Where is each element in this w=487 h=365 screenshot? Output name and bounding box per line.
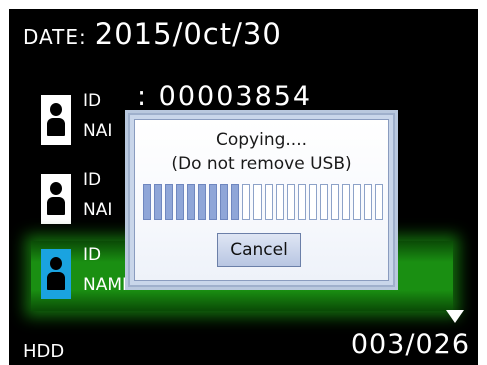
progress-segment bbox=[330, 184, 339, 220]
cancel-button[interactable]: Cancel bbox=[217, 233, 301, 267]
person-icon bbox=[41, 249, 71, 299]
progress-segment bbox=[187, 184, 196, 220]
progress-segment bbox=[176, 184, 185, 220]
progress-segment bbox=[374, 184, 384, 220]
progress-segment bbox=[363, 184, 372, 220]
progress-segment bbox=[297, 184, 306, 220]
id-label: ID bbox=[83, 91, 102, 111]
dialog-warning: (Do not remove USB) bbox=[171, 154, 352, 174]
progress-segment bbox=[165, 184, 174, 220]
progress-segment bbox=[231, 184, 240, 220]
progress-segment bbox=[242, 184, 251, 220]
name-label: NAI bbox=[83, 121, 113, 141]
progress-segment bbox=[308, 184, 317, 220]
progress-segment bbox=[154, 184, 163, 220]
progress-segment bbox=[220, 184, 229, 220]
progress-segment bbox=[209, 184, 218, 220]
name-label: NAI bbox=[83, 200, 113, 220]
copy-dialog: Copying.... (Do not remove USB) Cancel bbox=[125, 110, 398, 290]
progress-bar bbox=[143, 184, 384, 220]
dialog-message: Copying.... bbox=[215, 130, 308, 150]
id-label: ID bbox=[83, 170, 102, 190]
device-screen: DATE: 2015/0ct/30 ID : 00003854 NAI ID N… bbox=[9, 9, 478, 365]
date-label: DATE: bbox=[23, 25, 87, 49]
progress-segment bbox=[286, 184, 295, 220]
progress-segment bbox=[253, 184, 262, 220]
progress-segment bbox=[198, 184, 207, 220]
id-label: ID bbox=[83, 245, 102, 265]
progress-segment bbox=[341, 184, 350, 220]
scroll-down-icon[interactable] bbox=[446, 310, 464, 323]
date-value: 2015/0ct/30 bbox=[94, 17, 282, 51]
id-value: : 00003854 bbox=[137, 81, 313, 112]
progress-segment bbox=[143, 184, 152, 220]
page-counter: 003/026 bbox=[350, 329, 470, 360]
person-icon bbox=[41, 95, 71, 145]
progress-segment bbox=[319, 184, 328, 220]
person-icon bbox=[41, 174, 71, 224]
date-row: DATE: 2015/0ct/30 bbox=[23, 17, 282, 57]
progress-segment bbox=[275, 184, 284, 220]
storage-label: HDD bbox=[23, 341, 65, 362]
progress-segment bbox=[352, 184, 361, 220]
progress-segment bbox=[264, 184, 273, 220]
